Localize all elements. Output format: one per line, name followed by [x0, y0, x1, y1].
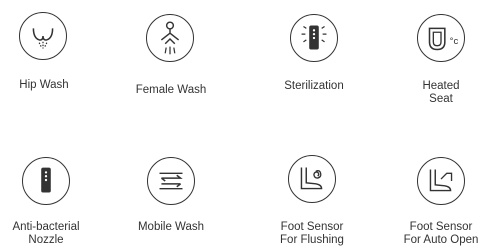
hip-wash-label: Hip Wash: [19, 79, 69, 91]
svg-text:°c: °c: [450, 36, 459, 47]
foot-sensor-flushing-label: Foot Sensor For Flushing: [252, 221, 372, 247]
foot-sensor-auto-open-label-line2: For Auto Open: [403, 234, 479, 246]
anti-bacterial-nozzle-label-line2: Nozzle: [28, 234, 64, 246]
female-wash-icon: [146, 14, 194, 62]
foot-sensor-auto-open-label-line1: Foot Sensor: [409, 221, 473, 233]
sterilization-label: Sterilization: [284, 80, 344, 92]
mobile-wash-icon: [147, 157, 195, 205]
anti-bacterial-nozzle-label: Anti-bacterial Nozzle: [0, 221, 106, 247]
hip-wash-icon: [19, 12, 67, 60]
foot-sensor-auto-open-label: Foot Sensor For Auto Open: [381, 221, 487, 247]
anti-bacterial-nozzle-label-line1: Anti-bacterial: [12, 221, 80, 233]
foot-sensor-flushing-label-line1: Foot Sensor: [280, 221, 344, 233]
mobile-wash-label: Mobile Wash: [137, 221, 205, 233]
foot-sensor-flushing-icon: [288, 155, 336, 203]
foot-sensor-flushing-label-line2: For Flushing: [280, 234, 344, 246]
heated-seat-label-line2: Seat: [429, 93, 453, 105]
anti-bacterial-nozzle-icon: [22, 157, 70, 205]
heated-seat-icon: °c: [417, 14, 465, 62]
sterilization-icon: [290, 14, 338, 62]
heated-seat-label-line1: Heated: [422, 80, 460, 92]
foot-sensor-auto-open-icon: [417, 157, 465, 205]
female-wash-label: Female Wash: [135, 84, 207, 96]
heated-seat-label: Heated Seat: [381, 80, 487, 106]
